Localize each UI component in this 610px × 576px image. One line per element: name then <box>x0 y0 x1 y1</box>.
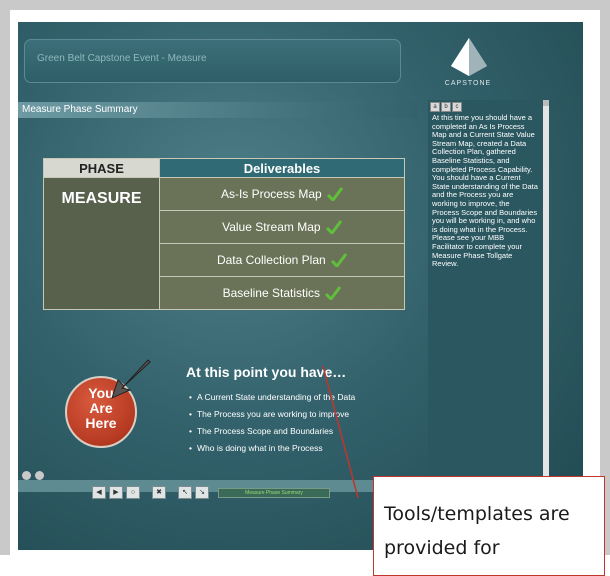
at-this-point-heading: At this point you have… <box>186 364 347 380</box>
speaker-icon[interactable] <box>22 471 31 480</box>
replay-button[interactable]: ○ <box>126 486 140 499</box>
checkmark-icon <box>331 253 348 268</box>
play-button[interactable]: ▶ <box>109 486 123 499</box>
notes-toolbar-button[interactable]: a <box>430 102 440 112</box>
deliverables-table: PHASE Deliverables MEASURE As-Is Process… <box>43 158 405 310</box>
player-controls: ◀ ▶ ○ ✖ ↖ ↘ Measure Phase Summary <box>92 486 330 499</box>
deliverable-label: Data Collection Plan <box>216 252 326 267</box>
capstone-logo <box>449 36 489 78</box>
checkmark-icon <box>327 187 344 202</box>
outer-frame-left <box>0 0 10 555</box>
phase-header: PHASE <box>43 158 160 178</box>
title-bar: Green Belt Capstone Event - Measure <box>24 39 401 83</box>
badge-line: Are <box>89 400 113 416</box>
callout-box: Tools/templates are provided for <box>373 476 605 576</box>
zoom-in-button[interactable]: ↖ <box>178 486 192 499</box>
notes-panel[interactable]: a b c At this time you should have a com… <box>428 100 543 490</box>
notes-toolbar-button[interactable]: c <box>452 102 462 112</box>
current-slide-label[interactable]: Measure Phase Summary <box>218 487 330 498</box>
deliverable-item: Baseline Statistics <box>159 276 405 310</box>
at-this-point-list: A Current State understanding of the Dat… <box>189 389 355 457</box>
deliverables-header: Deliverables <box>159 158 405 178</box>
deliverable-item: Data Collection Plan <box>159 243 405 277</box>
close-button[interactable]: ✖ <box>152 486 166 499</box>
deliverable-label: Baseline Statistics <box>222 285 321 300</box>
list-item: A Current State understanding of the Dat… <box>189 389 355 406</box>
phase-value: MEASURE <box>43 177 160 310</box>
checkmark-icon <box>325 286 342 301</box>
status-icons <box>22 471 44 480</box>
scroll-up-arrow-icon[interactable] <box>543 100 549 106</box>
outer-frame-top <box>0 0 610 10</box>
notes-toolbar: a b c <box>430 102 462 112</box>
window-title: Green Belt Capstone Event - Measure <box>37 53 207 64</box>
section-header: Measure Phase Summary <box>18 102 418 118</box>
deliverable-label: Value Stream Map <box>222 219 321 234</box>
deliverable-item: Value Stream Map <box>159 210 405 244</box>
badge-line: Here <box>85 415 117 431</box>
deliverable-label: As-Is Process Map <box>220 186 322 201</box>
arrow-icon <box>108 358 154 400</box>
globe-icon[interactable] <box>35 471 44 480</box>
list-item: The Process Scope and Boundaries <box>189 423 355 440</box>
notes-text: At this time you should have a completed… <box>432 113 538 269</box>
deliverable-item: As-Is Process Map <box>159 177 405 211</box>
section-title: Measure Phase Summary <box>22 104 138 115</box>
course-player-window: Green Belt Capstone Event - Measure CAPS… <box>18 22 583 550</box>
list-item: Who is doing what in the Process <box>189 440 355 457</box>
list-item: The Process you are working to improve <box>189 406 355 423</box>
previous-button[interactable]: ◀ <box>92 486 106 499</box>
zoom-out-button[interactable]: ↘ <box>195 486 209 499</box>
checkmark-icon <box>325 220 342 235</box>
notes-scrollbar[interactable] <box>543 100 549 490</box>
logo-text: CAPSTONE <box>444 80 492 87</box>
notes-toolbar-button[interactable]: b <box>441 102 451 112</box>
outer-frame-right <box>600 0 610 555</box>
